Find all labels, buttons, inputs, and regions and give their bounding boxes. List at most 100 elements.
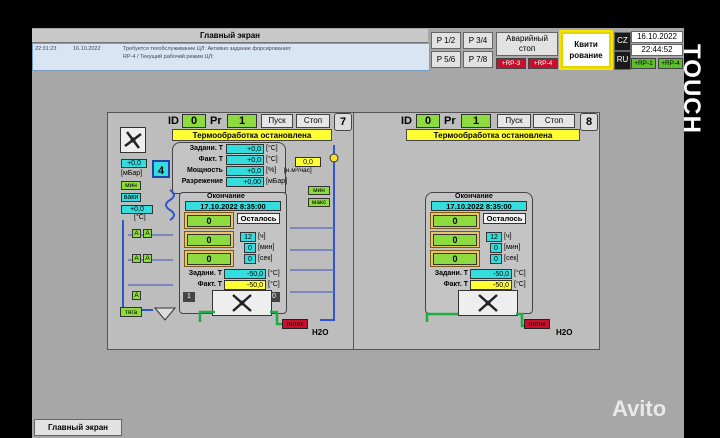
unit-7-io-one[interactable]: 1 (183, 292, 195, 302)
unit-7-slot-1: 0 (184, 212, 234, 229)
avito-watermark: Avito (612, 396, 712, 426)
rp-indicator-2: +RP-4 (528, 58, 558, 69)
unit-8-bottom-set-value[interactable]: -50,0 (470, 269, 512, 279)
unit-7-actual-value: +0,0 (226, 155, 264, 165)
unit-7-draft: тяга (120, 307, 142, 317)
unit-7-left-value-1: +0,0 (121, 159, 147, 168)
unit-7-id-value[interactable]: 0 (182, 114, 206, 128)
unit-8-h2o: H2O (556, 328, 573, 337)
unit-7-left-unit-1: [мБар] (121, 170, 143, 177)
p78-button[interactable]: P 7/8 (463, 51, 493, 68)
unit-7-hours: 12 (240, 232, 256, 242)
unit-8-minutes: 0 (490, 243, 502, 253)
emergency-label-1: Аварийный (506, 34, 548, 43)
unit-7-remaining-label: Осталось (237, 213, 280, 224)
unit-8-id-value[interactable]: 0 (416, 114, 440, 128)
page-title: Главный экран (32, 29, 428, 43)
unit-7-bottom-set-label: Задани. Т (188, 270, 222, 277)
alarm-message-1: Требуется техобслуживание ЦЛ: Активно за… (123, 46, 292, 52)
unit-7-bottom-act-unit: [°C] (268, 281, 280, 288)
emergency-label-2: стоп (518, 44, 536, 53)
unit-7-pr-label: Pr (210, 115, 222, 127)
unit-8-start-button[interactable]: Пуск (497, 114, 531, 128)
unit-8-bottom-set-label: Задани. Т (434, 270, 468, 277)
unit-7-setpoint-value[interactable]: +0,0 (226, 144, 264, 154)
alarm-banner[interactable]: 22:31:23 16.10.2022 Требуется техобслужи… (32, 43, 430, 71)
unit-7-actual-unit: [°C] (266, 156, 278, 163)
unit-7-bottom-act-value: -50,0 (224, 280, 266, 290)
unit-8-slot-1: 0 (430, 212, 480, 229)
unit-8-id-label: ID (401, 115, 412, 127)
unit-7-end-label: Окончание (207, 193, 245, 200)
unit-7-a-1: A (132, 229, 141, 238)
unit-7-slot-2-value: 0 (187, 234, 231, 246)
unit-7-seconds-unit: [сек] (258, 255, 273, 262)
unit-7-stop-button[interactable]: Стоп (296, 114, 330, 128)
p56-button[interactable]: P 5/6 (431, 51, 461, 68)
brand-text: TOUCH (677, 44, 705, 134)
unit-8-bottom-act-value: -50,0 (470, 280, 512, 290)
unit-7-actual-label: Факт. Т (198, 156, 223, 163)
unit-7-h2o: H2O (312, 328, 329, 337)
alarm-date: 16.10.2022 (73, 46, 101, 52)
unit-7-start-button[interactable]: Пуск (261, 114, 293, 128)
unit-7-vacuum-unit: [мБар] (266, 178, 288, 185)
rp-indicator-1: +RP-3 (496, 58, 526, 69)
unit-8-slot-2: 0 (430, 231, 480, 248)
unit-7-slot-3: 0 (184, 250, 234, 267)
unit-8-minutes-unit: [мин] (504, 244, 521, 251)
unit-7-badge: 4 (152, 160, 170, 178)
lang-ru-button[interactable]: RU (614, 51, 631, 70)
unit-7-slot-2: 0 (184, 231, 234, 248)
date-display: 16.10.2022 (631, 31, 683, 43)
unit-7-minutes: 0 (244, 243, 256, 253)
unit-7-number: 7 (334, 113, 352, 131)
unit-7-a-2: A (143, 229, 152, 238)
unit-7-power-unit: [%] (266, 167, 277, 174)
alarm-time: 22:31:23 (35, 46, 57, 52)
emergency-stop-button[interactable]: Аварийный стоп (496, 32, 558, 56)
unit-8-stop-button[interactable]: Стоп (533, 114, 575, 128)
unit-8-end-date: 17.10.2022 8:35:00 (431, 201, 527, 211)
acknowledge-button[interactable]: Квити рование (559, 30, 613, 70)
p34-button[interactable]: P 3/4 (463, 32, 493, 49)
unit-7-minutes-unit: [мин] (258, 244, 275, 251)
unit-8-hours-unit: [ч] (504, 233, 512, 240)
time-display: 22:44:52 (631, 44, 683, 56)
unit-7-power-value: +0,0 (226, 166, 264, 176)
lang-cz-button[interactable]: CZ (614, 32, 631, 51)
unit-7-seconds: 0 (244, 254, 256, 264)
unit-8-end-label: Окончание (455, 193, 493, 200)
unit-8-slot-1-value: 0 (433, 215, 477, 227)
avito-watermark-text: Avito (612, 396, 667, 421)
unit-7-vacuum-label: Разрежение (181, 178, 223, 185)
ack-label-2: рование (569, 51, 603, 60)
unit-8-hours: 12 (486, 232, 502, 242)
unit-8-remaining-label: Осталось (483, 213, 526, 224)
unit-7-pr-value[interactable]: 1 (227, 114, 257, 128)
main-screen-tab[interactable]: Главный экран (34, 419, 122, 436)
unit-8-flow-label: поток (524, 319, 550, 329)
unit-7-left-piping (122, 189, 175, 311)
brand-logo: TOUCH (678, 30, 720, 150)
unit-8-pr-value[interactable]: 1 (461, 114, 491, 128)
unit-8-slot-2-value: 0 (433, 234, 477, 246)
unit-7-slot-1-value: 0 (187, 215, 231, 227)
ack-label-1: Квити (574, 40, 598, 49)
unit-7-flow-label: поток (282, 319, 308, 329)
unit-7-fan-icon (120, 127, 146, 153)
unit-8-status: Термообработка остановлена (406, 129, 580, 141)
p12-button[interactable]: P 1/2 (431, 32, 461, 49)
unit-7-id-label: ID (168, 115, 179, 127)
unit-7-draft-cone-icon (153, 307, 177, 321)
unit-7-setpoint-label: Задани. Т (189, 145, 223, 152)
unit-7-bottom-set-unit: [°C] (268, 270, 280, 277)
unit-8-bottom-set-unit: [°C] (514, 270, 526, 277)
unit-7-a-5: A (132, 291, 141, 300)
unit-7-bottom-act-label: Факт. Т (197, 281, 222, 288)
unit-7-bottom-set-value[interactable]: -50,0 (224, 269, 266, 279)
unit-7-a-3: A (132, 254, 141, 263)
unit-8-number: 8 (580, 113, 598, 131)
unit-8-pr-label: Pr (444, 115, 456, 127)
unit-8-seconds-unit: [сек] (504, 255, 519, 262)
